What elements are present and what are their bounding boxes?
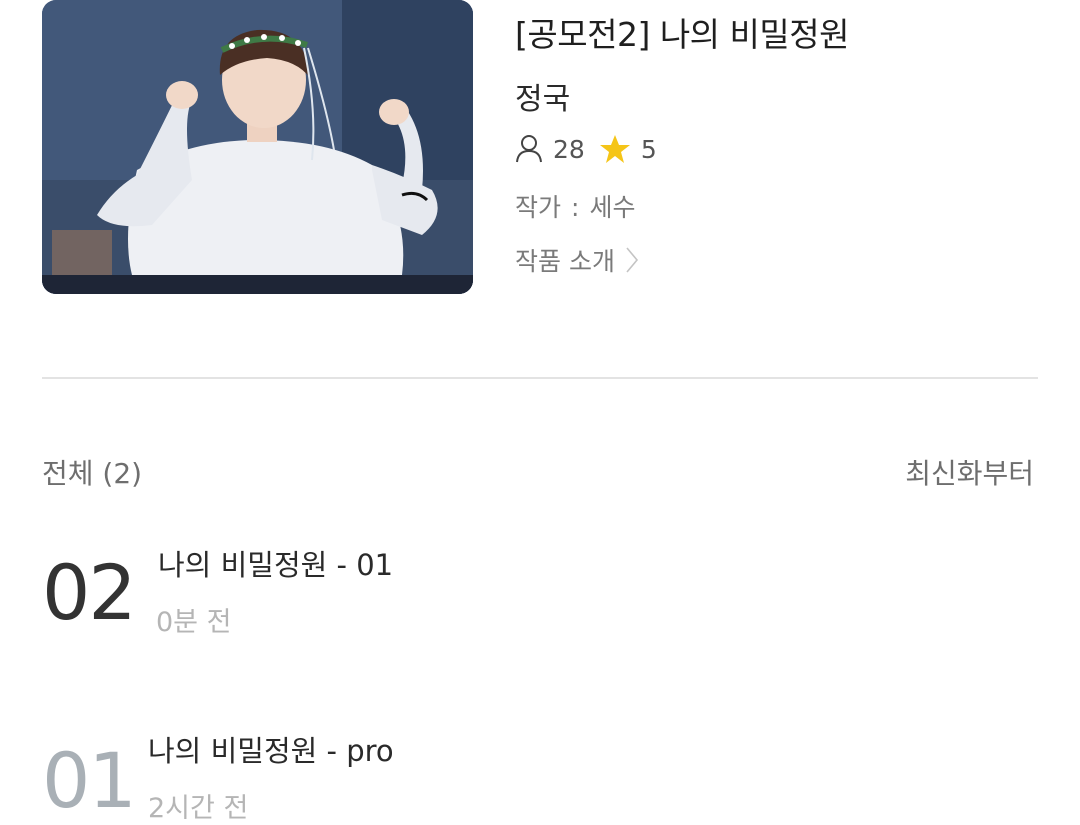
episode-time: 0분 전 [156, 607, 232, 638]
episode-title: 나의 비밀정원 - 01 [158, 548, 394, 582]
episode-total: 전체 (2) [42, 457, 143, 490]
episode-title: 나의 비밀정원 - pro [148, 734, 394, 768]
work-intro-link[interactable]: 작품 소개 [515, 242, 639, 278]
sort-button[interactable]: 최신화부터 [905, 452, 1034, 492]
work-subject: 정국 [515, 82, 571, 117]
episode-row[interactable]: 02 나의 비밀정원 - 01 0분 전 [42, 530, 1038, 650]
person-icon [515, 134, 543, 164]
intro-label: 작품 소개 [515, 247, 615, 276]
episode-time: 2시간 전 [148, 793, 249, 824]
author-separator: : [571, 193, 580, 222]
divider [42, 377, 1038, 379]
chevron-right-icon [625, 245, 639, 275]
episode-number: 02 [42, 548, 137, 637]
episode-row[interactable]: 01 나의 비밀정원 - pro 2시간 전 [42, 716, 1038, 825]
cover-image [42, 0, 473, 294]
reader-count: 28 [553, 134, 585, 164]
author-name: 세수 [589, 193, 636, 222]
work-stats: 28 5 [515, 132, 657, 166]
author-label: 작가 [515, 193, 562, 222]
star-count: 5 [640, 134, 657, 164]
star-icon [599, 134, 631, 164]
author-line: 작가: 세수 [515, 188, 635, 224]
work-title: [공모전2] 나의 비밀정원 [515, 15, 849, 54]
episode-number: 01 [42, 736, 137, 825]
